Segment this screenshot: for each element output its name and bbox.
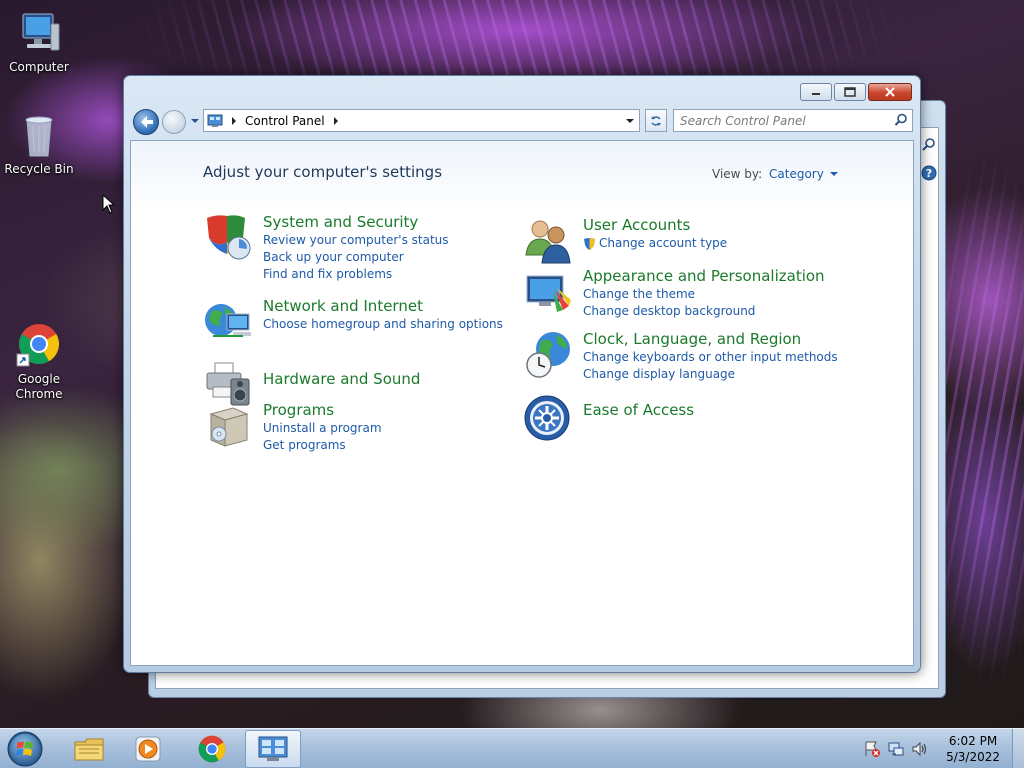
category-title[interactable]: Hardware and Sound (263, 369, 420, 389)
maximize-button[interactable] (834, 83, 866, 101)
link-review-status[interactable]: Review your computer's status (263, 232, 449, 249)
desktop-icon-label: Computer (9, 60, 69, 74)
link-get-programs[interactable]: Get programs (263, 437, 382, 454)
link-uninstall[interactable]: Uninstall a program (263, 420, 382, 437)
minimize-icon (801, 84, 831, 100)
close-icon (869, 84, 911, 100)
chevron-down-icon[interactable] (625, 117, 635, 125)
clock-time: 6:02 PM (948, 734, 998, 748)
network-globe-icon (203, 296, 255, 348)
chevron-down-icon (829, 172, 838, 176)
arrow-left-icon (141, 116, 153, 128)
refresh-button[interactable] (645, 109, 667, 132)
link-text: Change account type (599, 236, 728, 250)
category-network-internet: Network and Internet Choose homegroup an… (203, 296, 503, 348)
desktop-icon-label: Google Chrome (15, 372, 63, 401)
link-find-fix[interactable]: Find and fix problems (263, 266, 449, 283)
close-button[interactable] (868, 83, 912, 101)
category-programs: Programs Uninstall a program Get program… (203, 400, 382, 454)
link-homegroup[interactable]: Choose homegroup and sharing options (263, 316, 503, 333)
category-title[interactable]: Network and Internet (263, 296, 503, 316)
chrome-icon (198, 735, 226, 763)
minimize-button[interactable] (800, 83, 832, 101)
link-change-language[interactable]: Change display language (583, 366, 838, 383)
computer-icon (15, 10, 63, 58)
link-change-background[interactable]: Change desktop background (583, 303, 825, 320)
media-player-icon (135, 736, 161, 762)
navigation-bar: Control Panel (131, 107, 913, 135)
mouse-cursor-icon (102, 194, 116, 214)
address-bar[interactable]: Control Panel (203, 109, 640, 132)
action-center-icon[interactable] (863, 740, 881, 758)
category-title[interactable]: Clock, Language, and Region (583, 329, 838, 349)
show-desktop-button[interactable] (1012, 729, 1024, 768)
link-back-up[interactable]: Back up your computer (263, 249, 449, 266)
category-title[interactable]: Ease of Access (583, 400, 694, 420)
desktop-icon-label: Recycle Bin (4, 162, 74, 176)
link-change-keyboards[interactable]: Change keyboards or other input methods (583, 349, 838, 366)
forward-button[interactable] (162, 110, 186, 134)
category-title[interactable]: User Accounts (583, 215, 727, 235)
control-panel-icon (258, 736, 288, 761)
shield-icon (203, 212, 255, 264)
control-panel-window[interactable]: Control Panel Adjust your computer's set… (123, 75, 921, 673)
taskbar-control-panel[interactable] (245, 730, 301, 768)
clock[interactable]: 6:02 PM 5/3/2022 (946, 733, 1000, 765)
breadcrumb-control-panel[interactable]: Control Panel (245, 114, 325, 128)
category-user-accounts: User Accounts Change account type (523, 215, 727, 267)
control-panel-icon (207, 114, 223, 127)
link-change-account-type[interactable]: Change account type (583, 235, 727, 252)
appearance-monitor-icon (523, 266, 575, 318)
taskbar-explorer[interactable] (61, 730, 117, 768)
network-icon[interactable] (887, 740, 905, 758)
search-box[interactable] (673, 109, 913, 132)
svg-text:?: ? (926, 167, 932, 180)
recent-pages-dropdown-icon[interactable] (190, 117, 200, 125)
view-by-label: View by: (712, 167, 763, 181)
category-title[interactable]: Programs (263, 400, 382, 420)
category-title[interactable]: Appearance and Personalization (583, 266, 825, 286)
chevron-right-icon[interactable] (231, 116, 237, 125)
recycle-bin-icon (15, 112, 63, 160)
desktop-icon-computer[interactable]: Computer (1, 10, 77, 75)
content-area: Adjust your computer's settings View by:… (130, 140, 914, 666)
desktop-icon-recycle-bin[interactable]: Recycle Bin (1, 112, 77, 177)
category-clock-language: Clock, Language, and Region Change keybo… (523, 329, 838, 383)
start-orb-icon (7, 731, 43, 767)
maximize-icon (835, 84, 865, 100)
view-by-value: Category (769, 167, 824, 181)
system-tray: 6:02 PM 5/3/2022 (860, 729, 1018, 768)
page-title: Adjust your computer's settings (203, 163, 443, 181)
ease-of-access-icon (523, 394, 575, 446)
category-title[interactable]: System and Security (263, 212, 449, 232)
clock-date: 5/3/2022 (946, 750, 1000, 764)
category-appearance: Appearance and Personalization Change th… (523, 266, 825, 320)
taskbar-media-player[interactable] (120, 730, 176, 768)
chrome-icon (15, 322, 63, 370)
search-icon (922, 138, 935, 151)
search-input[interactable] (674, 110, 884, 131)
clock-globe-icon (523, 329, 575, 381)
link-change-theme[interactable]: Change the theme (583, 286, 825, 303)
volume-icon[interactable] (911, 740, 929, 758)
help-icon[interactable]: ? (921, 165, 937, 181)
users-icon (523, 215, 575, 267)
taskbar-chrome[interactable] (184, 730, 240, 768)
uac-shield-icon (584, 237, 595, 250)
search-icon[interactable] (894, 113, 908, 127)
programs-box-icon (203, 400, 255, 452)
back-button[interactable] (133, 109, 159, 135)
category-system-security: System and Security Review your computer… (203, 212, 449, 283)
taskbar: 6:02 PM 5/3/2022 (0, 728, 1024, 768)
explorer-icon (74, 738, 104, 761)
refresh-icon (651, 115, 661, 126)
chevron-right-icon[interactable] (333, 116, 339, 125)
view-by-dropdown[interactable]: Category (769, 167, 838, 181)
start-button[interactable] (3, 730, 47, 768)
desktop-icon-chrome[interactable]: Google Chrome (1, 322, 77, 402)
category-ease-of-access: Ease of Access (523, 394, 694, 446)
